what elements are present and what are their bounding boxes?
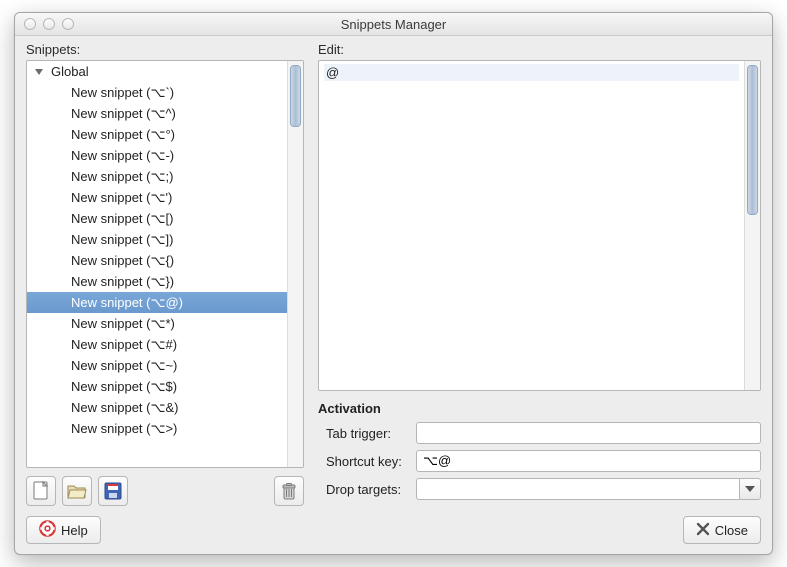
tab-trigger-input[interactable] [416,422,761,444]
snippets-manager-window: Snippets Manager Snippets: Global New sni… [14,12,773,555]
tree-item[interactable]: New snippet (⌥$) [27,376,287,397]
tree-item-label: New snippet (⌥') [71,190,172,206]
help-icon [39,520,56,540]
open-snippet-button[interactable] [62,476,92,506]
delete-snippet-button[interactable] [274,476,304,506]
tree-item[interactable]: New snippet (⌥@) [27,292,287,313]
drop-targets-input[interactable] [416,478,739,500]
tree-group-label: Global [51,64,89,79]
close-button[interactable]: Close [683,516,761,544]
window-close-button[interactable] [24,18,36,30]
tree-item-label: New snippet (⌥#) [71,337,177,353]
scrollbar-thumb[interactable] [747,65,758,215]
edit-label: Edit: [318,42,761,57]
tree-item[interactable]: New snippet (⌥*) [27,313,287,334]
tree-item[interactable]: New snippet (⌥#) [27,334,287,355]
tree-item[interactable]: New snippet (⌥`) [27,82,287,103]
snippets-tree[interactable]: Global New snippet (⌥`) New snippet (⌥^) Ne… [26,60,304,468]
drop-targets-label: Drop targets: [318,482,416,497]
close-button-label: Close [715,523,748,538]
disclosure-triangle-icon[interactable] [33,66,45,78]
tree-item[interactable]: New snippet (⌥&) [27,397,287,418]
shortcut-key-input[interactable] [416,450,761,472]
window-title: Snippets Manager [15,17,772,32]
tree-item-label: New snippet (⌥;) [71,169,173,185]
tree-item[interactable]: New snippet (⌥]) [27,229,287,250]
tree-item-label: New snippet (⌥*) [71,316,175,332]
tree-item-label: New snippet (⌥@) [71,295,183,311]
tree-item-label: New snippet (⌥{) [71,253,174,269]
tree-item-label: New snippet (⌥]) [71,232,173,248]
tree-item-label: New snippet (⌥-) [71,148,174,164]
tree-item-label: New snippet (⌥°) [71,127,175,143]
tree-item[interactable]: New snippet (⌥;) [27,166,287,187]
drop-targets-dropdown-button[interactable] [739,478,761,500]
tree-item[interactable]: New snippet (⌥~) [27,355,287,376]
new-snippet-button[interactable] [26,476,56,506]
activation-heading: Activation [318,401,761,416]
shortcut-key-label: Shortcut key: [318,454,416,469]
window-zoom-button[interactable] [62,18,74,30]
titlebar: Snippets Manager [15,13,772,36]
tree-item-label: New snippet (⌥`) [71,85,174,101]
tree-item[interactable]: New snippet (⌥{) [27,250,287,271]
tree-item-label: New snippet (⌥>) [71,421,177,437]
editor-line[interactable]: @ [324,64,739,81]
tree-item-label: New snippet (⌥&) [71,400,178,416]
tree-item-label: New snippet (⌥~) [71,358,177,374]
close-icon [696,522,710,539]
snippets-label: Snippets: [26,42,304,57]
tree-group[interactable]: Global [27,61,287,82]
tree-item[interactable]: New snippet (⌥°) [27,124,287,145]
save-snippet-button[interactable] [98,476,128,506]
editor-scrollbar[interactable] [744,61,760,390]
tree-item-label: New snippet (⌥$) [71,379,177,395]
tree-item-label: New snippet (⌥}) [71,274,174,290]
help-button-label: Help [61,523,88,538]
tree-item[interactable]: New snippet (⌥}) [27,271,287,292]
tree-item[interactable]: New snippet (⌥-) [27,145,287,166]
scrollbar-thumb[interactable] [290,65,301,127]
tree-item[interactable]: New snippet (⌥[) [27,208,287,229]
snippet-editor[interactable]: @ [318,60,761,391]
snippets-scrollbar[interactable] [287,61,303,467]
window-minimize-button[interactable] [43,18,55,30]
tree-item-label: New snippet (⌥[) [71,211,173,227]
tree-item[interactable]: New snippet (⌥^) [27,103,287,124]
tab-trigger-label: Tab trigger: [318,426,416,441]
tree-item-label: New snippet (⌥^) [71,106,176,122]
tree-item[interactable]: New snippet (⌥') [27,187,287,208]
tree-item[interactable]: New snippet (⌥>) [27,418,287,439]
help-button[interactable]: Help [26,516,101,544]
